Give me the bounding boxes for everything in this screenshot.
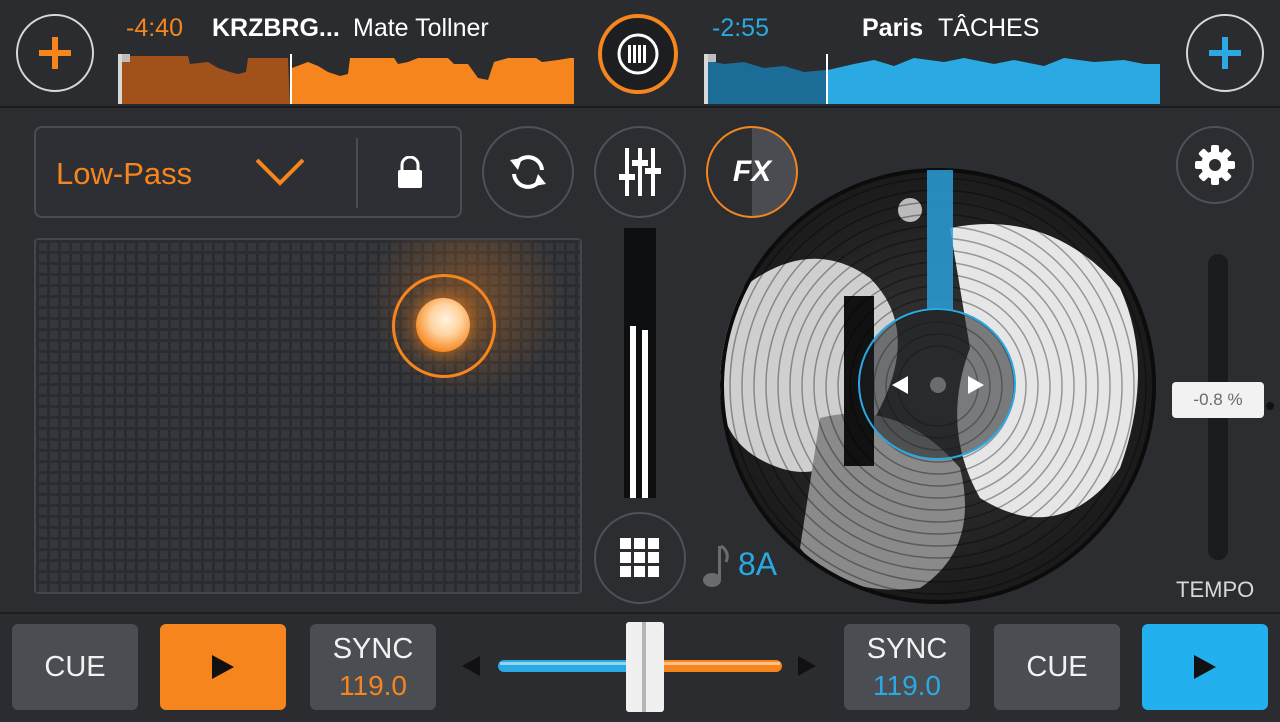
app-logo-icon [617,33,659,75]
deck-b-sync-button[interactable]: SYNC 119.0 [844,624,970,710]
deck-a-sync-label: SYNC [332,632,414,665]
tempo-readout[interactable]: -0.8 % [1172,382,1264,418]
crossfader-left-arrow-icon[interactable] [460,654,482,678]
deck-b-bpm: 119.0 [873,669,941,701]
nudge-left-icon[interactable] [890,374,910,396]
effect-dropdown[interactable]: Low-Pass [56,156,192,192]
crossfader-right-arrow-icon[interactable] [796,654,818,678]
crossfader-handle[interactable] [626,622,664,712]
platter-center-control [858,308,1016,460]
deck-b-time-remaining: -2:55 [712,14,769,42]
deck-a-time-remaining: -4:40 [126,14,183,42]
deck-a-play-button[interactable] [160,624,286,710]
nudge-right-icon[interactable] [966,374,986,396]
gear-icon [1195,145,1235,185]
deck-a-cue-button[interactable]: CUE [12,624,138,710]
xy-pad-cursor[interactable] [416,298,470,352]
tempo-label: TEMPO [1176,577,1255,602]
divider [356,138,358,208]
deck-b-waveform[interactable] [704,54,1160,104]
mixer-button[interactable] [594,126,686,218]
effect-selector: Low-Pass [34,126,462,218]
deck-a-waveform[interactable] [118,54,574,104]
vu-meter-left [630,326,636,498]
deck-b-add-track-button[interactable] [1186,14,1264,92]
chevron-down-icon[interactable] [254,156,306,188]
fx-label: FX [732,155,772,188]
deck-a-cue-label: CUE [44,650,106,683]
crossfader-handle-line [642,622,646,712]
platter-center-dot [930,377,946,393]
plus-icon [39,37,71,69]
deck-a-title: Mate Tollner [353,14,489,42]
settings-button[interactable] [1176,126,1254,204]
loop-icon [510,155,546,189]
deck-b-sync-label: SYNC [866,632,948,665]
fx-button[interactable]: FX [706,126,798,218]
deck-b-play-button[interactable] [1142,624,1268,710]
deck-a-artist: KRZBRG... [212,14,340,42]
deck-b-artist: Paris [862,14,924,42]
deck-b-cue-button[interactable]: CUE [994,624,1120,710]
vu-meter [624,228,656,498]
app-logo-button[interactable] [598,14,678,94]
vu-meter-right [642,330,648,498]
deck-a-bpm: 119.0 [339,669,407,701]
lock-icon[interactable] [396,156,424,190]
plus-icon [1209,37,1241,69]
deck-header-bar: -4:40 KRZBRG... Mate Tollner -2:55 Paris… [0,0,1280,108]
platter-position-marker [927,170,953,310]
music-note-icon [703,544,729,587]
mixer-sliders-icon [619,148,661,196]
deck-a-add-track-button[interactable] [16,14,94,92]
effect-xy-pad[interactable] [34,238,582,594]
loop-button[interactable] [482,126,574,218]
sampler-grid-button[interactable] [594,512,686,604]
grid-icon [620,538,659,577]
tempo-center-marker [1266,402,1274,410]
deck-b-cue-label: CUE [1026,650,1088,683]
deck-b-title: TÂCHES [938,14,1040,42]
deck-a-sync-button[interactable]: SYNC 119.0 [310,624,436,710]
play-icon [1194,655,1216,679]
play-icon [212,655,234,679]
deck-b-key: 8A [738,546,778,582]
